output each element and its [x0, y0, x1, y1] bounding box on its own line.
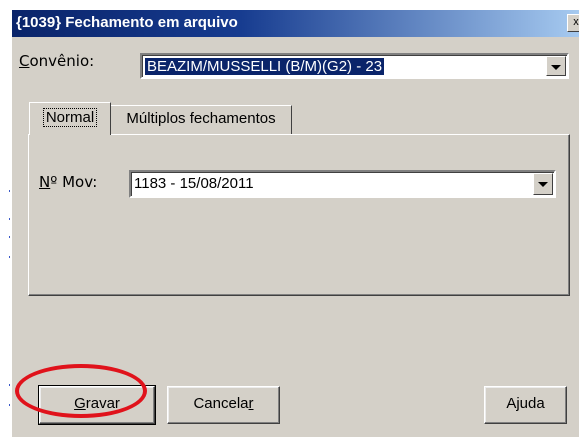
tab-panel	[28, 134, 570, 296]
convenio-label: Convênio:	[19, 52, 95, 70]
close-button[interactable]: x	[567, 14, 579, 32]
dropdown-arrow-icon[interactable]	[546, 56, 566, 76]
tab-multiplos-fechamentos[interactable]: Múltiplos fechamentos	[110, 105, 292, 134]
close-icon: x	[573, 16, 579, 28]
convenio-value: BEAZIM/MUSSELLI (B/M)(G2) - 23	[145, 58, 385, 75]
ajuda-button[interactable]: Ajuda	[484, 386, 567, 424]
tab-multiplos-label: Múltiplos fechamentos	[126, 110, 276, 127]
dropdown-arrow-icon[interactable]	[533, 173, 553, 195]
cancelar-button[interactable]: Cancelar	[167, 386, 280, 424]
mov-label: Nº Mov:	[39, 173, 98, 191]
dialog-window: {1039} Fechamento em arquivo x Convênio:…	[12, 10, 579, 437]
gravar-button[interactable]: Gravar	[38, 385, 156, 425]
tab-normal-label: Normal	[42, 108, 98, 127]
blue-dotted-guide	[9, 0, 10, 437]
mov-value: 1183 - 15/08/2011	[134, 175, 254, 192]
tab-normal[interactable]: Normal	[29, 102, 111, 135]
convenio-select[interactable]: BEAZIM/MUSSELLI (B/M)(G2) - 23	[140, 53, 569, 79]
title-bar[interactable]: {1039} Fechamento em arquivo x	[12, 10, 579, 37]
window-title: {1039} Fechamento em arquivo	[16, 14, 238, 31]
mov-select[interactable]: 1183 - 15/08/2011	[129, 170, 556, 198]
